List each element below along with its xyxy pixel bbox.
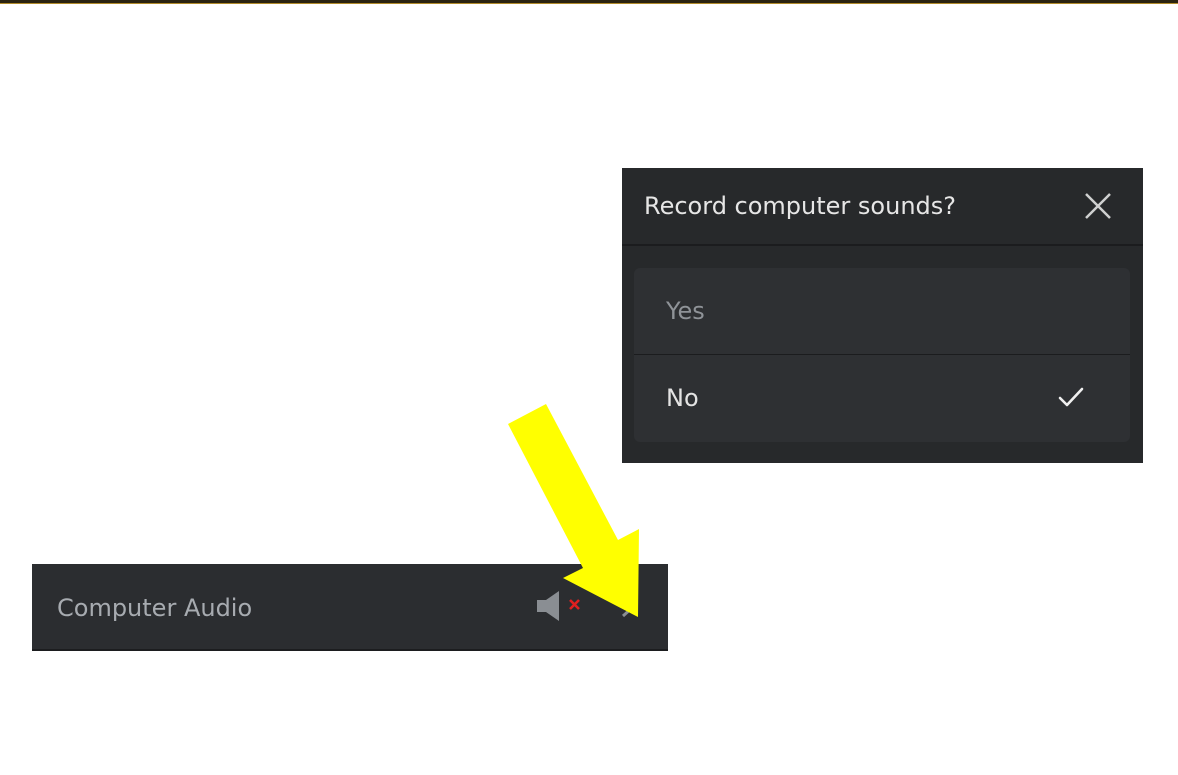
close-icon[interactable] — [1080, 188, 1116, 224]
option-yes[interactable]: Yes — [634, 268, 1130, 355]
option-label: No — [666, 384, 699, 412]
check-icon — [1058, 387, 1084, 407]
option-label: Yes — [666, 297, 705, 325]
option-no[interactable]: No — [634, 355, 1130, 442]
dialog-title: Record computer sounds? — [644, 192, 957, 220]
computer-audio-row[interactable]: Computer Audio — [32, 564, 668, 651]
options-list: Yes No — [634, 268, 1130, 442]
record-sounds-dialog: Record computer sounds? Yes No — [622, 168, 1143, 463]
top-border — [0, 0, 1178, 4]
dialog-header: Record computer sounds? — [622, 168, 1143, 246]
speaker-muted-icon[interactable] — [537, 591, 589, 621]
chevron-right-icon[interactable] — [620, 596, 636, 618]
computer-audio-label: Computer Audio — [57, 594, 253, 622]
